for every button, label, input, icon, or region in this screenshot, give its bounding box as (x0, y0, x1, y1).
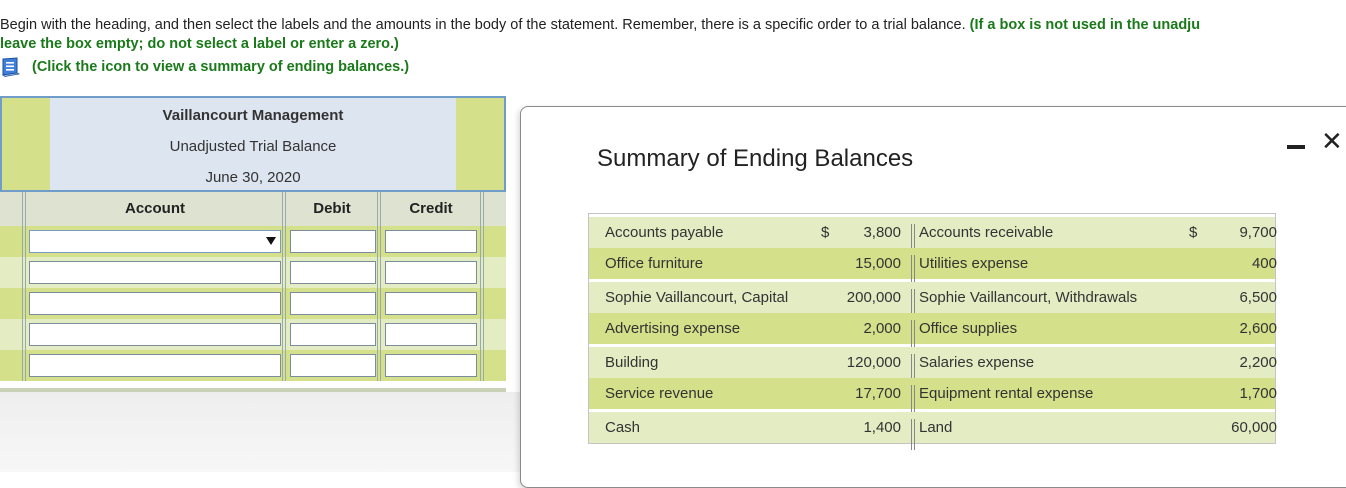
column-credit: Credit (409, 200, 453, 217)
account-select[interactable] (29, 323, 281, 346)
account-balance: 9,700 (1239, 224, 1277, 241)
account-name: Office furniture (605, 255, 704, 272)
account-balance: 3,800 (863, 224, 901, 241)
minimize-icon[interactable] (1287, 145, 1305, 149)
account-balance: 60,000 (1231, 419, 1277, 436)
column-account: Account (125, 200, 185, 217)
account-name: Cash (605, 419, 641, 436)
tb-row (0, 288, 506, 319)
account-name: Service revenue (605, 385, 714, 402)
summary-row: Advertising expense 2,000 Office supplies 2… (589, 313, 1277, 351)
debit-input[interactable] (290, 323, 376, 346)
credit-input[interactable] (385, 261, 477, 284)
account-balance: 1,400 (863, 419, 901, 436)
modal-title: Summary of Ending Balances (597, 145, 914, 172)
account-balance: 2,600 (1239, 320, 1277, 337)
column-debit: Debit (313, 200, 351, 217)
account-name: Office supplies (919, 320, 1018, 337)
account-balance: 2,000 (863, 320, 901, 337)
statement-title: Unadjusted Trial Balance (169, 138, 337, 155)
account-name: Land (919, 419, 953, 436)
account-select[interactable] (29, 230, 281, 253)
summary-row: Sophie Vaillancourt, Capital 200,000 Sophi… (589, 282, 1277, 320)
column-headers: Account Debit Credit (0, 192, 506, 226)
tb-row (0, 319, 506, 350)
credit-input[interactable] (385, 354, 477, 377)
debit-input[interactable] (290, 354, 376, 377)
account-balance: 6,500 (1239, 289, 1277, 306)
account-select[interactable] (29, 354, 281, 377)
company-name: Vaillancourt Management (162, 107, 344, 124)
summary-table: Accounts payable $3,800 Accounts receivabl… (588, 213, 1277, 450)
account-balance: 200,000 (846, 289, 901, 306)
summary-row: Cash 1,400 Land 60,000 (589, 412, 1277, 450)
account-name: Utilities expense (919, 255, 1029, 272)
debit-input[interactable] (290, 230, 376, 253)
account-select[interactable] (29, 261, 281, 284)
account-name: Accounts receivable (919, 224, 1054, 241)
account-name: Advertising expense (605, 320, 741, 337)
account-name: Building (605, 354, 659, 371)
summary-modal: Summary of Ending Balances ✕ Accounts pa… (520, 106, 1346, 488)
account-name: Accounts payable (605, 224, 724, 241)
summary-row: Office furniture 15,000 Utilities expense 4… (589, 248, 1277, 286)
summary-link[interactable]: (Click the icon to view a summary of end… (0, 57, 409, 77)
summary-row: Building 120,000 Salaries expense 2,200 (589, 347, 1277, 385)
summary-row: Accounts payable $3,800 Accounts receivabl… (589, 217, 1277, 255)
account-balance: 400 (1251, 255, 1277, 272)
tb-row (0, 257, 506, 288)
debit-input[interactable] (290, 261, 376, 284)
credit-input[interactable] (385, 292, 477, 315)
summary-row: Service revenue 17,700 Equipment rental ex… (589, 378, 1277, 416)
chevron-down-icon[interactable] (266, 237, 276, 245)
account-select[interactable] (29, 292, 281, 315)
account-balance: 120,000 (846, 354, 901, 371)
account-balance: 2,200 (1239, 354, 1277, 371)
credit-input[interactable] (385, 230, 477, 253)
close-icon[interactable]: ✕ (1321, 127, 1343, 155)
account-name: Equipment rental expense (919, 385, 1094, 402)
summary-link-label[interactable]: (Click the icon to view a summary of end… (32, 59, 409, 75)
book-icon[interactable] (0, 57, 22, 77)
instructions-line-1: Begin with the heading, and then select … (0, 14, 1346, 36)
tb-row (0, 226, 506, 257)
account-name: Salaries expense (919, 354, 1035, 371)
instructions-note: (If a box is not used in the unadju (969, 17, 1201, 33)
statement-date: June 30, 2020 (205, 169, 301, 186)
tb-row (0, 350, 506, 381)
account-name: Sophie Vaillancourt, Capital (605, 289, 789, 306)
trial-balance: Vaillancourt Management Unadjusted Trial… (0, 96, 506, 381)
account-name: Sophie Vaillancourt, Withdrawals (919, 289, 1138, 306)
instructions-line-2: leave the box empty; do not select a lab… (0, 36, 399, 52)
account-balance: 17,700 (855, 385, 901, 402)
account-balance: 1,700 (1239, 385, 1277, 402)
trial-balance-heading: Vaillancourt Management Unadjusted Trial… (0, 96, 506, 192)
account-balance: 15,000 (855, 255, 901, 272)
credit-input[interactable] (385, 323, 477, 346)
trial-balance-rows (0, 226, 506, 381)
instructions-text: Begin with the heading, and then select … (0, 17, 966, 33)
debit-input[interactable] (290, 292, 376, 315)
